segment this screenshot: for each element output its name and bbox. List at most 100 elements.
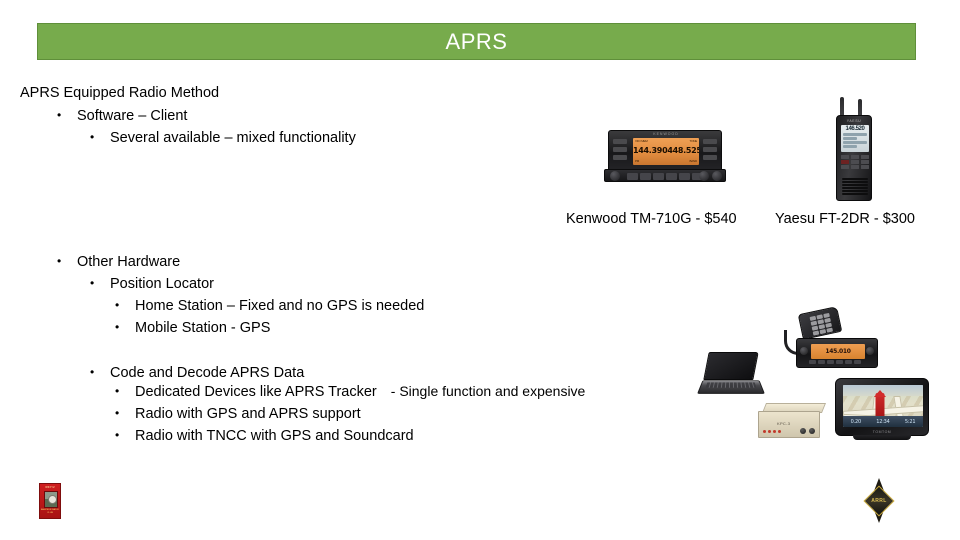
gps-status-bar: 0.20 12:34 5:21: [843, 416, 923, 427]
bullet-glyph: •: [90, 276, 95, 290]
yaesu-keypad: [841, 155, 869, 170]
kenwood-lcd-bottom-right: BAND: [689, 159, 697, 163]
list-item-label: Home Station – Fixed and no GPS is neede…: [135, 298, 425, 314]
gps-shell: 0.20 12:34 5:21 TOMTOM: [835, 378, 929, 436]
kenwood-lcd-bottom-row: PM BAND: [635, 159, 697, 164]
gps-time-value: 12:34: [876, 418, 890, 425]
kenwood-caption: Kenwood TM-710G - $540: [566, 211, 737, 227]
bullet-glyph: •: [57, 108, 62, 122]
gps-route-arrow-icon: [873, 390, 886, 398]
red-badge-title: W6XYZ: [45, 486, 55, 489]
bullet-glyph: •: [115, 428, 120, 442]
arrl-logo-letters: ARRL: [871, 497, 887, 504]
mobile-radio-buttons: [809, 360, 861, 364]
microphone-keypad: [809, 312, 837, 336]
red-club-badge-image: W6XYZ AMATEUR RADIO CLUB: [39, 483, 61, 519]
yaesu-body: YAESU 146.520: [836, 115, 872, 201]
bullet-glyph: •: [115, 384, 120, 398]
tnc-box-image: KPC-3: [758, 403, 827, 440]
list-item: • Position Locator: [90, 272, 214, 295]
satellite-dish-icon: [48, 495, 57, 504]
list-item-label: Software – Client: [77, 108, 188, 124]
mobile-radio-body: 145.010: [796, 338, 878, 368]
list-item-label: Several available – mixed functionality: [110, 130, 356, 146]
kenwood-freq-a: 144.390: [633, 146, 668, 155]
list-item-label: Position Locator: [110, 276, 214, 292]
kenwood-left-buttons: [613, 139, 627, 163]
kenwood-lcd-top-right: TONE: [689, 139, 698, 143]
bullet-glyph: •: [90, 365, 95, 379]
gps-navigator-image: 0.20 12:34 5:21 TOMTOM: [835, 378, 929, 440]
kenwood-volume-knob: [610, 171, 620, 181]
content-heading: APRS Equipped Radio Method: [20, 85, 220, 101]
arrl-logo-image: ARRL: [863, 478, 895, 523]
yaesu-key-row: [841, 165, 869, 169]
list-item: • Radio with GPS and APRS support: [115, 402, 361, 425]
page-title: APRS: [445, 28, 508, 54]
kenwood-lcd-bottom-left: PM: [635, 159, 640, 163]
tnc-box-label: KPC-3: [777, 421, 791, 426]
list-item: • Software – Client: [57, 104, 187, 127]
yaesu-key-row: [841, 155, 869, 159]
kenwood-function-keys: [627, 173, 703, 180]
tnc-status-leds: [763, 430, 781, 433]
yaesu-caption: Yaesu FT-2DR - $300: [775, 211, 915, 227]
laptop-screen: [703, 352, 759, 380]
bullet-glyph: •: [115, 320, 120, 334]
red-badge-photo: [44, 491, 58, 508]
yaesu-lcd-screen: 146.520: [841, 125, 869, 152]
list-item-label: Mobile Station - GPS: [135, 320, 271, 336]
list-item-label: Dedicated Devices like APRS Tracker: [135, 384, 377, 400]
yaesu-brand-label: YAESU: [846, 119, 862, 123]
list-item-label: Radio with TNCC with GPS and Soundcard: [135, 428, 414, 444]
bullet-glyph: •: [90, 130, 95, 144]
gps-stand: [853, 435, 911, 440]
list-item: • Radio with TNCC with GPS and Soundcard: [115, 424, 414, 447]
list-item-label: Radio with GPS and APRS support: [135, 406, 361, 422]
list-item: • Other Hardware: [57, 250, 180, 273]
tnc-box-front: KPC-3: [758, 411, 820, 438]
list-item: • Home Station – Fixed and no GPS is need…: [115, 294, 424, 317]
kenwood-tm-710g-image: KENWOOD VFO MEM TONE 144.390 448.525 PM …: [604, 126, 726, 184]
kenwood-lcd-top-row: VFO MEM TONE: [635, 139, 697, 144]
yaesu-key-row: [841, 160, 869, 164]
yaesu-lcd-rows: [841, 132, 869, 148]
red-badge-frame: W6XYZ AMATEUR RADIO CLUB: [39, 483, 61, 519]
list-item-label: Code and Decode APRS Data: [110, 365, 305, 381]
bullet-glyph: •: [57, 254, 62, 268]
kenwood-tuning-knob-a: [699, 171, 709, 181]
gps-distance-value: 0.20: [850, 418, 862, 425]
yaesu-ft-2dr-image: YAESU 146.520: [832, 97, 876, 201]
tnc-knobs: [800, 428, 815, 434]
mobile-radio-image: 145.010: [782, 306, 878, 372]
laptop-keyboard: [705, 382, 757, 388]
kenwood-brand-label: KENWOOD: [653, 132, 679, 136]
kenwood-lcd-screen: VFO MEM TONE 144.390 448.525 PM BAND: [633, 138, 699, 165]
gps-screen: 0.20 12:34 5:21: [843, 385, 923, 427]
mobile-radio-lcd-text: 145.010: [825, 348, 851, 355]
list-item-label: Other Hardware: [77, 254, 181, 270]
mobile-radio-lcd-screen: 145.010: [811, 344, 865, 359]
list-item: • Dedicated Devices like APRS Tracker - Si…: [115, 380, 585, 403]
list-item-suffix: - Single function and expensive: [390, 383, 586, 399]
kenwood-lcd-frequencies: 144.390 448.525: [633, 146, 699, 155]
kenwood-body: KENWOOD VFO MEM TONE 144.390 448.525 PM …: [608, 130, 722, 172]
mobile-radio-left-knob: [800, 347, 808, 355]
kenwood-lcd-top-left: VFO MEM: [635, 139, 648, 143]
kenwood-base-panel: [604, 169, 726, 182]
yaesu-speaker-grille: [842, 178, 868, 196]
mobile-radio-right-knob: [866, 347, 874, 355]
gps-brand-label: TOMTOM: [872, 430, 892, 434]
red-badge-caption: AMATEUR RADIO CLUB: [40, 509, 60, 514]
kenwood-tuning-knob-b: [712, 171, 722, 181]
kenwood-freq-b: 448.525: [667, 146, 699, 155]
microphone: [797, 306, 843, 340]
laptop-base: [697, 380, 765, 394]
kenwood-right-buttons: [703, 139, 717, 163]
laptop-image: [697, 352, 765, 398]
list-item: • Mobile Station - GPS: [115, 316, 270, 339]
bullet-glyph: •: [115, 298, 120, 312]
gps-eta-value: 5:21: [904, 418, 916, 425]
bullet-glyph: •: [115, 406, 120, 420]
slide-title-bar: APRS: [37, 23, 916, 60]
